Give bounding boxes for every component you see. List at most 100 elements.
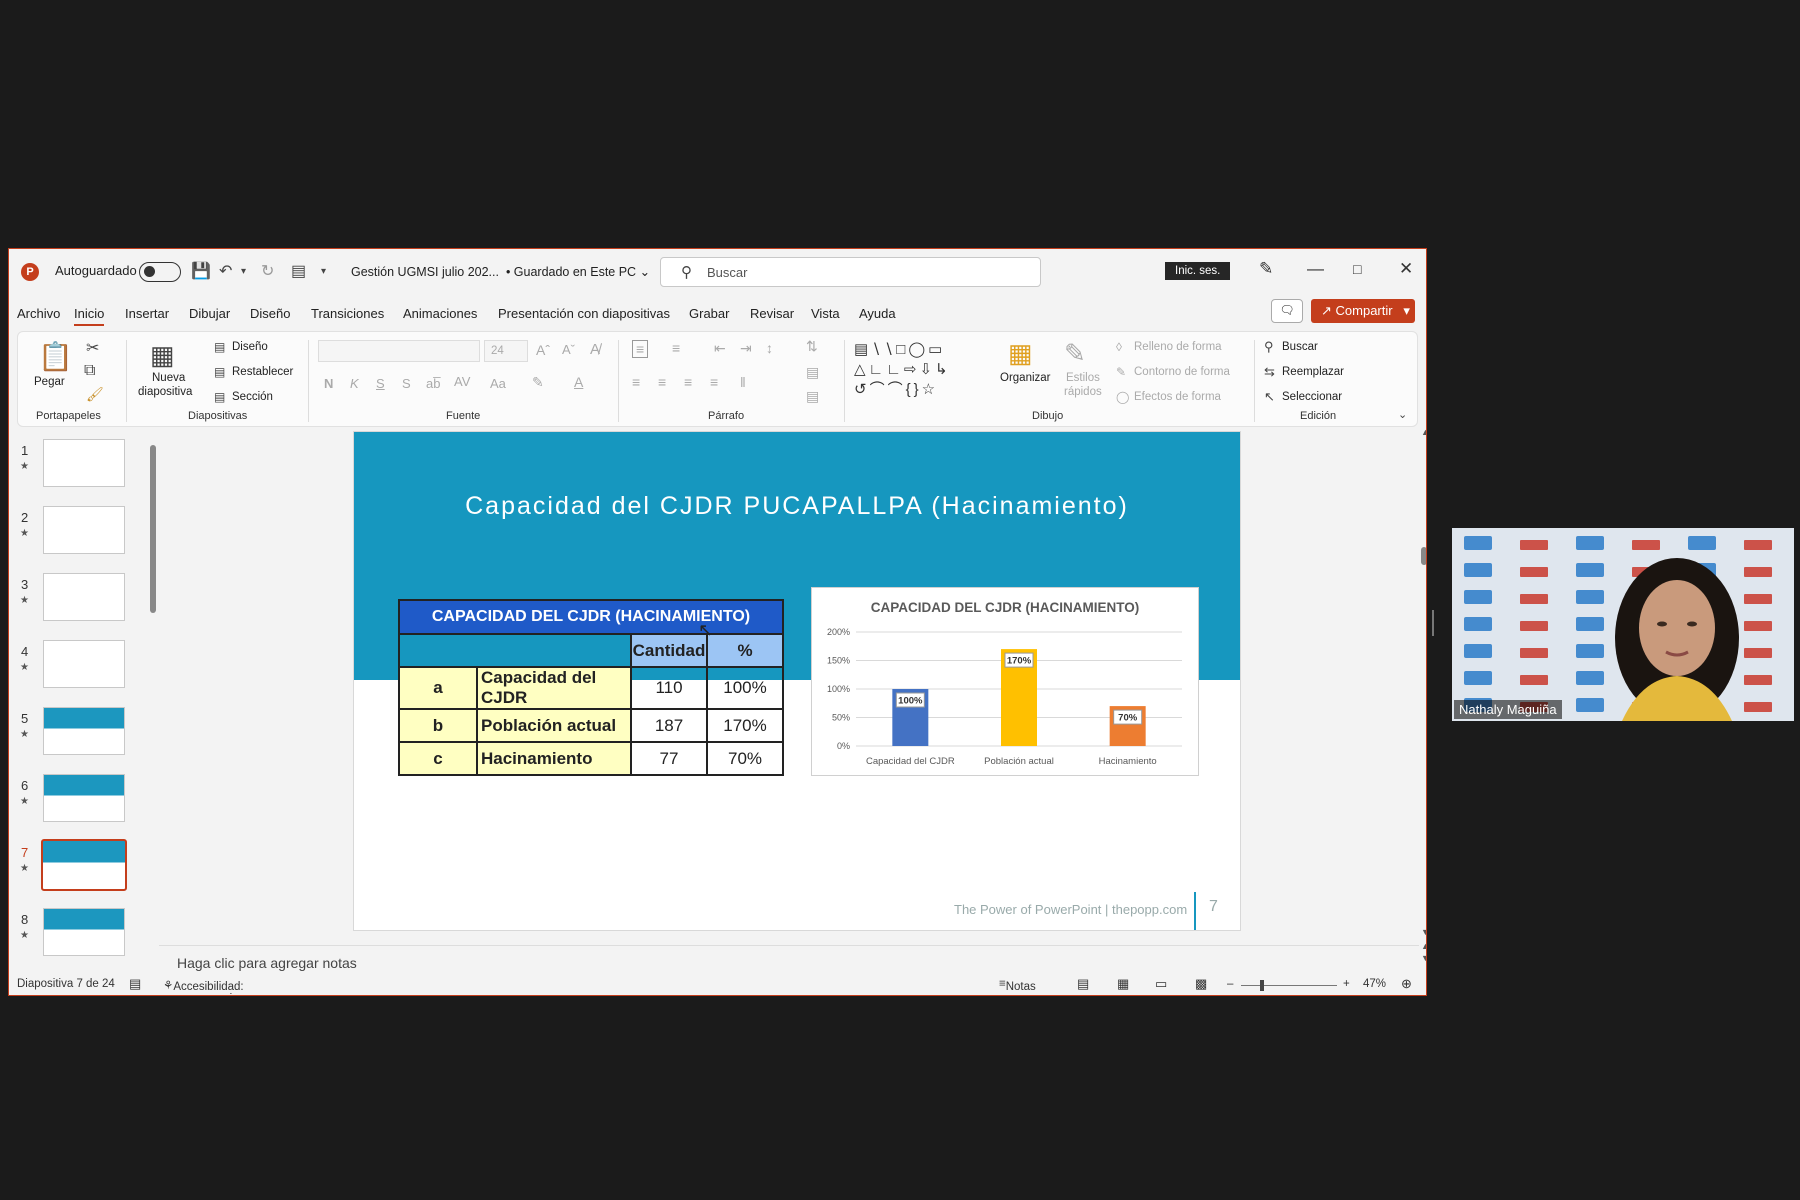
find-button[interactable]: Buscar (1282, 341, 1318, 353)
maximize-icon[interactable]: □ (1353, 261, 1361, 277)
tab-presentacion[interactable]: Presentación con diapositivas (498, 306, 670, 321)
columns-icon[interactable]: ‖ (740, 374, 746, 390)
decrease-indent-icon[interactable]: ⇤ (714, 340, 726, 357)
zoom-in-icon[interactable]: + (1343, 978, 1350, 990)
tab-transiciones[interactable]: Transiciones (311, 306, 384, 321)
arrange-icon[interactable]: ▦ (1008, 338, 1033, 369)
highlight-icon[interactable]: ✎ (532, 374, 544, 391)
notes-pane[interactable]: Haga clic para agregar notas (177, 955, 357, 971)
tab-vista[interactable]: Vista (811, 306, 840, 321)
align-text-icon[interactable]: ▤ (806, 364, 819, 381)
underline-button[interactable]: S (376, 376, 385, 391)
zoom-out-icon[interactable]: – (1227, 978, 1233, 990)
increase-indent-icon[interactable]: ⇥ (740, 340, 752, 357)
tab-archivo[interactable]: Archivo (17, 306, 60, 321)
thumbnail-slide-8[interactable]: 8 ★ (9, 908, 149, 964)
shadow-button[interactable]: S (402, 376, 411, 391)
clear-format-icon[interactable]: A̸ (590, 341, 600, 358)
shape-effects-button[interactable]: Efectos de forma (1134, 391, 1221, 403)
reset-button[interactable]: Restablecer (232, 366, 293, 378)
tab-revisar[interactable]: Revisar (750, 306, 794, 321)
tab-diseno[interactable]: Diseño (250, 306, 290, 321)
thumbnail-slide-7[interactable]: 7 ★ (9, 839, 149, 897)
undo-icon[interactable]: ↶ (219, 261, 232, 281)
smartart-icon[interactable]: ▤ (806, 388, 819, 405)
align-center-icon[interactable]: ≡ (658, 374, 666, 390)
editor-scrollbar[interactable] (1421, 429, 1426, 959)
thumbnail-slide-6[interactable]: 6 ★ (9, 774, 149, 830)
bold-button[interactable]: N (324, 376, 333, 391)
collapse-ribbon-icon[interactable]: ⌄ (1398, 408, 1407, 421)
tab-grabar[interactable]: Grabar (689, 306, 729, 321)
document-title[interactable]: Gestión UGMSI julio 202... • Guardado en… (351, 264, 650, 279)
normal-view-icon[interactable]: ▤ (1077, 976, 1089, 992)
select-button[interactable]: Seleccionar (1282, 391, 1342, 403)
quick-styles-label-2[interactable]: rápidos (1064, 386, 1102, 398)
shape-outline-button[interactable]: Contorno de forma (1134, 366, 1230, 378)
zoom-level[interactable]: 47% (1363, 978, 1386, 990)
customize-qat-icon[interactable]: ▾ (321, 266, 326, 277)
tab-animaciones[interactable]: Animaciones (403, 306, 477, 321)
present-icon[interactable]: ▤ (291, 261, 306, 281)
text-direction-icon[interactable]: ⇅ (806, 338, 818, 355)
strikethrough-icon[interactable]: ab̅ (426, 376, 440, 391)
scroll-down-icon[interactable]: ▼ (1421, 927, 1426, 937)
format-painter-icon[interactable]: 🖌 (86, 386, 104, 403)
redo-icon[interactable]: ↻ (261, 261, 274, 281)
section-button[interactable]: Sección (232, 391, 273, 403)
line-spacing-icon[interactable]: ↕ (766, 340, 773, 356)
tab-insertar[interactable]: Insertar (125, 306, 169, 321)
tab-dibujar[interactable]: Dibujar (189, 306, 230, 321)
zoom-slider-thumb[interactable] (1259, 980, 1264, 991)
scroll-up-icon[interactable]: ▲ (1421, 427, 1426, 437)
save-icon[interactable]: 💾 (191, 261, 211, 281)
grow-font-icon[interactable]: Aˆ (536, 342, 550, 358)
thumbnail-slide-3[interactable]: 3 ★ (9, 573, 149, 629)
shapes-gallery[interactable]: ▤∖∖□◯▭ △∟∟⇨⇩↳ ↺⌒⌒{}☆ (854, 340, 978, 402)
font-family-select[interactable] (318, 340, 480, 362)
fit-slide-icon[interactable]: ⊕ (1401, 976, 1412, 992)
cut-icon[interactable]: ✂ (86, 338, 99, 358)
slide-title[interactable]: Capacidad del CJDR PUCAPALLPA (Hacinamie… (354, 492, 1240, 521)
accessibility-status[interactable]: ⚘ Accesibilidad: es necesario investigar (163, 978, 244, 995)
shrink-font-icon[interactable]: Aˇ (562, 342, 575, 357)
font-size-select[interactable]: 24 (484, 340, 528, 362)
reading-view-icon[interactable]: ▭ (1155, 976, 1167, 992)
thumbnails-scrollbar[interactable] (149, 431, 157, 965)
capacity-table[interactable]: CAPACIDAD DEL CJDR (HACINAMIENTO) Cantid… (398, 599, 784, 776)
autosave-toggle[interactable] (139, 262, 181, 282)
search-box[interactable]: ⚲ Buscar (660, 257, 1041, 287)
sorter-view-icon[interactable]: ▦ (1117, 976, 1129, 992)
new-slide-icon[interactable]: ▦ (150, 340, 175, 371)
thumbnail-slide-5[interactable]: 5 ★ (9, 707, 149, 763)
align-left-icon[interactable]: ≡ (632, 374, 640, 390)
signin-button[interactable]: Inic. ses. (1165, 262, 1231, 280)
replace-button[interactable]: Reemplazar (1282, 366, 1344, 378)
minimize-icon[interactable]: — (1307, 259, 1324, 279)
italic-button[interactable]: K (350, 376, 359, 391)
font-color-icon[interactable]: A (574, 374, 583, 390)
undo-dropdown-icon[interactable]: ▾ (241, 266, 246, 277)
thumbnail-slide-2[interactable]: 2 ★ (9, 506, 149, 562)
copy-icon[interactable]: ⧉ (84, 362, 95, 380)
notes-toggle[interactable]: ≡ Notas (999, 978, 1036, 993)
numbering-icon[interactable]: ≡ (672, 340, 680, 356)
prev-slide-icon[interactable]: ▲ (1421, 941, 1426, 951)
paste-label[interactable]: Pegar (34, 376, 65, 388)
justify-icon[interactable]: ≡ (710, 374, 718, 390)
new-slide-label-2[interactable]: diapositiva (138, 386, 192, 398)
current-slide[interactable]: Capacidad del CJDR PUCAPALLPA (Hacinamie… (353, 431, 1241, 931)
layout-button[interactable]: Diseño (232, 341, 268, 353)
participant-video[interactable]: Nathaly Maguiña (1452, 528, 1794, 721)
spellcheck-icon[interactable]: ▤ (129, 976, 141, 992)
bullets-icon[interactable]: ≡ (632, 340, 649, 358)
next-slide-icon[interactable]: ▼ (1421, 953, 1426, 963)
char-spacing-icon[interactable]: AV (454, 374, 470, 389)
comments-button[interactable]: 🗨 (1271, 299, 1303, 323)
align-right-icon[interactable]: ≡ (684, 374, 692, 390)
pen-icon[interactable]: ✎ (1259, 259, 1273, 279)
arrange-button[interactable]: Organizar (1000, 372, 1051, 384)
quick-styles-label[interactable]: Estilos (1066, 372, 1100, 384)
shape-fill-button[interactable]: Relleno de forma (1134, 341, 1222, 353)
share-button[interactable]: ↗ Compartir ▾ (1311, 299, 1415, 323)
